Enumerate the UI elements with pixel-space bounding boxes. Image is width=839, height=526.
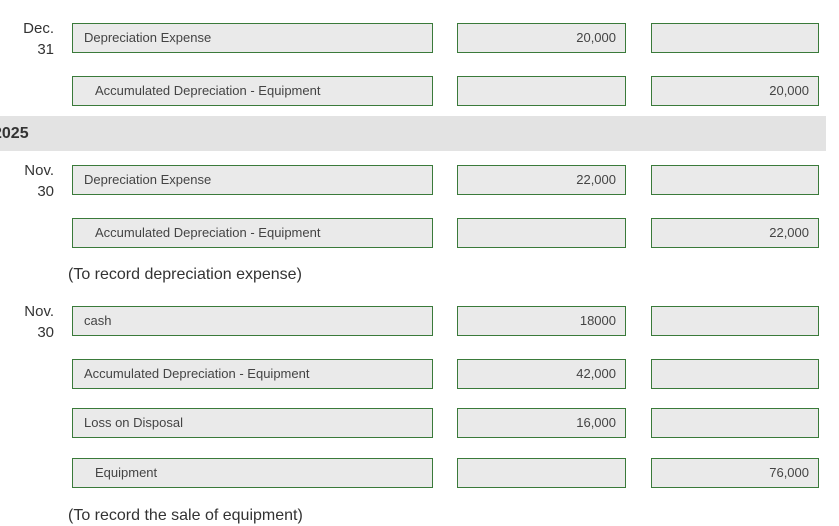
entry-note: (To record the sale of equipment) — [68, 507, 303, 524]
debit-field[interactable]: 42,000 — [457, 359, 626, 389]
entry-date: Nov. 30 — [0, 160, 54, 202]
account-field[interactable]: Accumulated Depreciation - Equipment — [72, 76, 433, 106]
credit-field[interactable]: 76,000 — [651, 458, 819, 488]
credit-field[interactable] — [651, 408, 819, 438]
account-field[interactable]: Loss on Disposal — [72, 408, 433, 438]
credit-field[interactable] — [651, 165, 819, 195]
debit-field[interactable]: 18000 — [457, 306, 626, 336]
date-day: 30 — [37, 324, 54, 341]
entry-note: (To record depreciation expense) — [68, 266, 302, 283]
account-field[interactable]: Equipment — [72, 458, 433, 488]
debit-field[interactable] — [457, 76, 626, 106]
account-field[interactable]: Accumulated Depreciation - Equipment — [72, 359, 433, 389]
entry-date: Dec. 31 — [0, 18, 54, 60]
account-field[interactable]: cash — [72, 306, 433, 336]
date-month: Nov. — [24, 162, 54, 179]
debit-field[interactable]: 16,000 — [457, 408, 626, 438]
credit-field[interactable] — [651, 359, 819, 389]
entry-date: Nov. 30 — [0, 301, 54, 343]
date-day: 31 — [37, 41, 54, 58]
credit-field[interactable] — [651, 306, 819, 336]
credit-field[interactable]: 22,000 — [651, 218, 819, 248]
credit-field[interactable] — [651, 23, 819, 53]
account-field[interactable]: Depreciation Expense — [72, 165, 433, 195]
debit-field[interactable]: 20,000 — [457, 23, 626, 53]
debit-field[interactable] — [457, 218, 626, 248]
year-header: 2025 — [0, 125, 29, 142]
debit-field[interactable]: 22,000 — [457, 165, 626, 195]
year-header-band: 2025 — [0, 116, 826, 151]
account-field[interactable]: Depreciation Expense — [72, 23, 433, 53]
debit-field[interactable] — [457, 458, 626, 488]
date-month: Dec. — [23, 20, 54, 37]
account-field[interactable]: Accumulated Depreciation - Equipment — [72, 218, 433, 248]
credit-field[interactable]: 20,000 — [651, 76, 819, 106]
date-month: Nov. — [24, 303, 54, 320]
date-day: 30 — [37, 183, 54, 200]
